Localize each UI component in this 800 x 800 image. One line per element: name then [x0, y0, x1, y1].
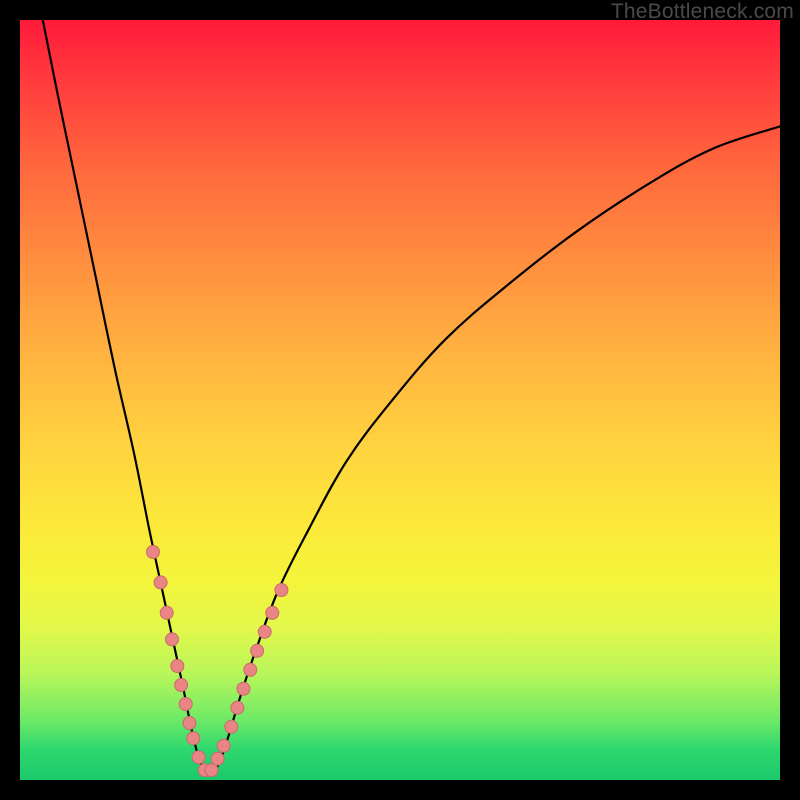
data-dot [183, 717, 196, 730]
data-dot [166, 633, 179, 646]
data-dot [217, 739, 230, 752]
data-dot [258, 625, 271, 638]
data-dot [251, 644, 264, 657]
chart-svg [20, 20, 780, 780]
data-dot [147, 546, 160, 559]
data-dot [266, 606, 279, 619]
watermark-text: TheBottleneck.com [611, 0, 794, 24]
data-dot [205, 764, 218, 777]
data-dot [225, 720, 238, 733]
chart-frame: TheBottleneck.com [0, 0, 800, 800]
data-dot [175, 679, 188, 692]
data-dot [231, 701, 244, 714]
data-dot [160, 606, 173, 619]
data-dots [147, 546, 288, 777]
data-dot [237, 682, 250, 695]
data-dot [187, 732, 200, 745]
data-dot [275, 584, 288, 597]
data-dot [154, 576, 167, 589]
data-dot [192, 751, 205, 764]
data-dot [171, 660, 184, 673]
data-dot [211, 752, 224, 765]
data-dot [179, 698, 192, 711]
bottleneck-curve [43, 20, 780, 774]
plot-area [20, 20, 780, 780]
data-dot [244, 663, 257, 676]
